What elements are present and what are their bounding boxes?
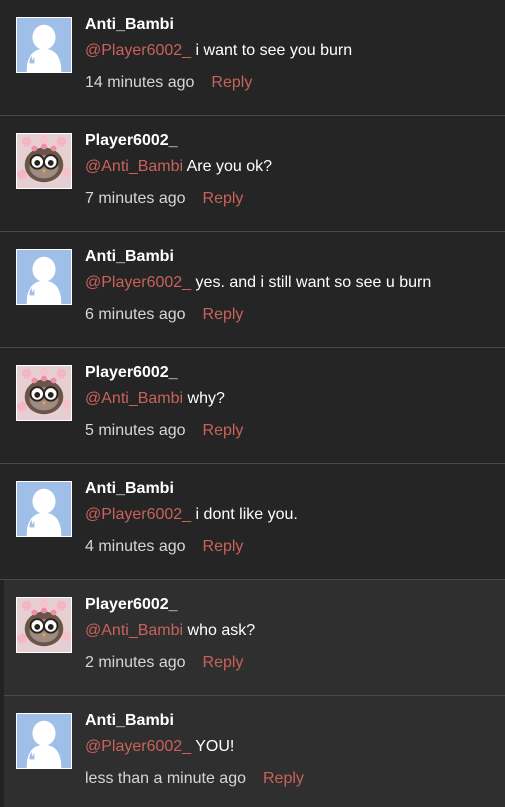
- reply-link[interactable]: Reply: [263, 770, 304, 787]
- comment-text: YOU!: [195, 738, 235, 755]
- comment-message: @Anti_Bambi who ask?: [85, 622, 497, 640]
- comment-timestamp: 6 minutes ago: [85, 306, 186, 323]
- comment-item: Anti_Bambi @Player6002_ i want to see yo…: [0, 0, 505, 116]
- reply-link[interactable]: Reply: [211, 74, 252, 91]
- comment-item: Player6002_ @Anti_Bambi who ask? 2 minut…: [4, 580, 505, 696]
- comment-item: Player6002_ @Anti_Bambi Are you ok? 7 mi…: [0, 116, 505, 232]
- owl-character-avatar-icon[interactable]: [16, 133, 72, 189]
- comment-text: why?: [187, 390, 225, 407]
- comment-item: Anti_Bambi @Player6002_ i dont like you.…: [0, 464, 505, 580]
- comment-message: @Anti_Bambi Are you ok?: [85, 158, 497, 176]
- comment-timestamp: less than a minute ago: [85, 770, 246, 787]
- owl-character-avatar-icon[interactable]: [16, 365, 72, 421]
- reply-link[interactable]: Reply: [203, 190, 244, 207]
- comment-timestamp: 2 minutes ago: [85, 654, 186, 671]
- comment-username[interactable]: Anti_Bambi: [85, 248, 497, 266]
- comment-mention[interactable]: @Player6002_: [85, 274, 191, 291]
- comment-mention[interactable]: @Player6002_: [85, 506, 191, 523]
- reply-link[interactable]: Reply: [203, 654, 244, 671]
- comment-thread: Anti_Bambi @Player6002_ i want to see yo…: [0, 0, 505, 807]
- default-silhouette-avatar-icon[interactable]: [16, 249, 72, 305]
- comment-mention[interactable]: @Anti_Bambi: [85, 622, 183, 639]
- comment-mention[interactable]: @Player6002_: [85, 738, 191, 755]
- comment-username[interactable]: Player6002_: [85, 132, 497, 150]
- comment-username[interactable]: Player6002_: [85, 364, 497, 382]
- comment-message: @Player6002_ i want to see you burn: [85, 42, 497, 60]
- comment-message: @Anti_Bambi why?: [85, 390, 497, 408]
- comment-mention[interactable]: @Anti_Bambi: [85, 390, 183, 407]
- comment-mention[interactable]: @Player6002_: [85, 42, 191, 59]
- comment-message: @Player6002_ YOU!: [85, 738, 497, 756]
- comment-message: @Player6002_ i dont like you.: [85, 506, 497, 524]
- comment-username[interactable]: Anti_Bambi: [85, 16, 497, 34]
- comment-text: Are you ok?: [186, 158, 273, 175]
- comment-timestamp: 4 minutes ago: [85, 538, 186, 555]
- reply-link[interactable]: Reply: [203, 422, 244, 439]
- comment-username[interactable]: Anti_Bambi: [85, 480, 497, 498]
- comment-timestamp: 5 minutes ago: [85, 422, 186, 439]
- comment-timestamp: 7 minutes ago: [85, 190, 186, 207]
- comment-message: @Player6002_ yes. and i still want so se…: [85, 274, 497, 292]
- owl-character-avatar-icon[interactable]: [16, 597, 72, 653]
- default-silhouette-avatar-icon[interactable]: [16, 17, 72, 73]
- comment-text: i want to see you burn: [195, 42, 353, 59]
- comment-text: i dont like you.: [195, 506, 298, 523]
- comment-item: Anti_Bambi @Player6002_ YOU! less than a…: [4, 696, 505, 807]
- comment-text: who ask?: [187, 622, 256, 639]
- comment-username[interactable]: Anti_Bambi: [85, 712, 497, 730]
- comment-timestamp: 14 minutes ago: [85, 74, 195, 91]
- comment-item: Player6002_ @Anti_Bambi why? 5 minutes a…: [0, 348, 505, 464]
- comment-username[interactable]: Player6002_: [85, 596, 497, 614]
- reply-link[interactable]: Reply: [203, 306, 244, 323]
- comment-text: yes. and i still want so see u burn: [195, 274, 432, 291]
- default-silhouette-avatar-icon[interactable]: [16, 481, 72, 537]
- reply-link[interactable]: Reply: [203, 538, 244, 555]
- default-silhouette-avatar-icon[interactable]: [16, 713, 72, 769]
- comment-item: Anti_Bambi @Player6002_ yes. and i still…: [0, 232, 505, 348]
- comment-mention[interactable]: @Anti_Bambi: [85, 158, 183, 175]
